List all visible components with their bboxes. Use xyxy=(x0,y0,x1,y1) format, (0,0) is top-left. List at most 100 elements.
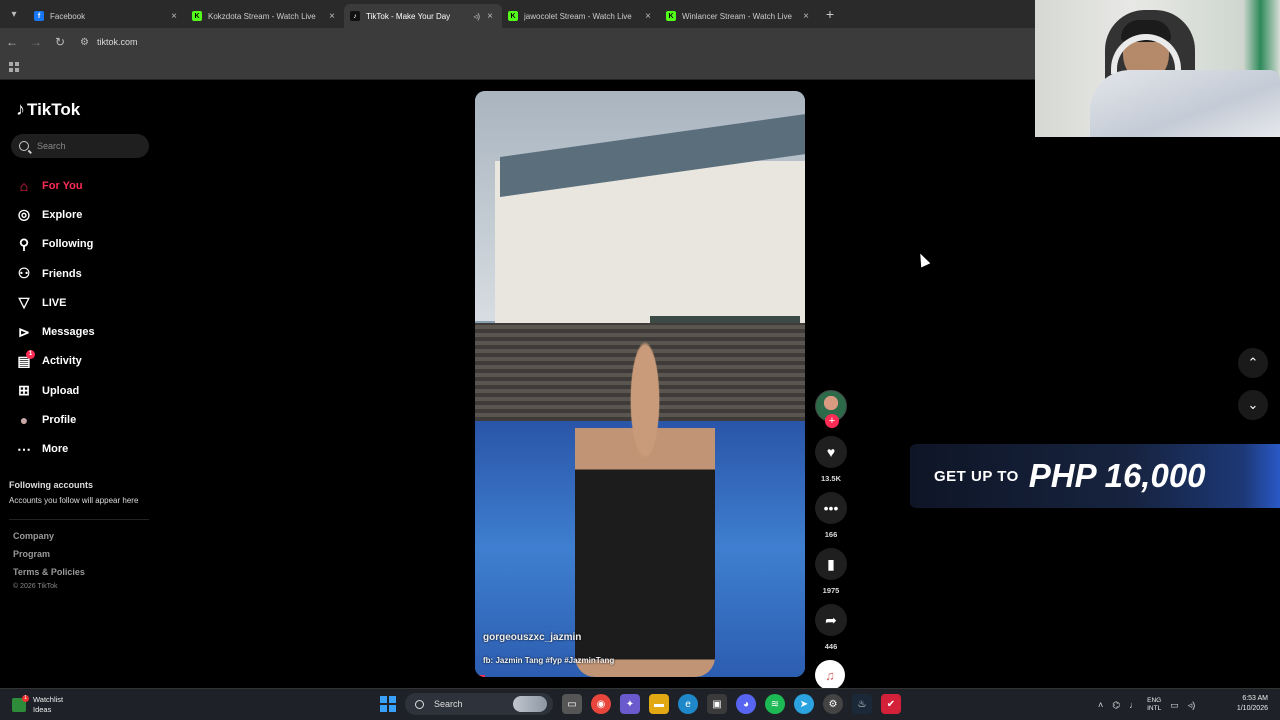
sidebar-item-label: More xyxy=(42,443,69,456)
discord-icon[interactable]: ◕ xyxy=(736,694,756,714)
microphone-icon[interactable]: ♩ xyxy=(1129,700,1138,710)
heart-icon[interactable]: ♥ xyxy=(815,436,847,468)
browser-tab[interactable]: Kjawocolet Stream - Watch Live × xyxy=(502,4,660,28)
sidebar-item-explore[interactable]: ◎ Explore xyxy=(15,200,95,229)
mouse-cursor xyxy=(915,251,931,268)
stock-chart-icon: 1 xyxy=(12,695,29,712)
lang-code: ENG xyxy=(1147,697,1162,704)
sidebar-divider xyxy=(9,519,149,520)
kick-icon: K xyxy=(192,11,202,21)
store-icon[interactable]: ▣ xyxy=(707,694,727,714)
video-username[interactable]: gorgeouszxc_jazmin xyxy=(483,632,581,643)
home-icon: ⌂ xyxy=(19,177,29,194)
search-input[interactable]: Search xyxy=(11,134,149,158)
next-video-button[interactable]: ⌄ xyxy=(1238,390,1268,420)
close-tab-icon[interactable]: × xyxy=(168,11,180,22)
search-highlight-image xyxy=(513,696,547,712)
task-view-icon[interactable]: ▭ xyxy=(562,694,582,714)
following-icon: ⚲ xyxy=(18,235,30,252)
file-explorer-icon[interactable]: ▬ xyxy=(649,694,669,714)
taskbar-clock[interactable]: 6:53 AM 1/10/2026 xyxy=(1228,694,1268,714)
brand-name: TikTok xyxy=(27,99,81,119)
share-icon[interactable]: ➦ xyxy=(815,604,847,636)
sidebar-item-friends[interactable]: ⚇ Friends xyxy=(15,259,95,288)
share-count: 446 xyxy=(824,642,838,651)
copilot-icon[interactable]: ✦ xyxy=(620,694,640,714)
more-icon: ⋯ xyxy=(17,440,31,457)
sidebar-item-more[interactable]: ⋯ More xyxy=(15,435,95,464)
footer-terms-link[interactable]: Terms & Policies xyxy=(13,567,85,577)
telegram-icon[interactable]: ➤ xyxy=(794,694,814,714)
sidebar-item-profile[interactable]: ● Profile xyxy=(15,405,95,434)
following-accounts-subtitle: Accounts you follow will appear here xyxy=(9,496,139,505)
bookmarks-bar xyxy=(0,56,1035,80)
tray-chevron-icon[interactable]: ˄ xyxy=(1098,700,1103,710)
windows-start-icon[interactable] xyxy=(380,696,396,712)
close-tab-icon[interactable]: × xyxy=(642,11,654,22)
settings-icon[interactable]: ⚙ xyxy=(823,694,843,714)
profile-avatar: ● xyxy=(19,412,29,429)
upload-icon: ⊞ xyxy=(18,382,30,399)
new-tab-button[interactable]: + xyxy=(818,6,842,22)
tab-title: Facebook xyxy=(50,11,86,21)
close-tab-icon[interactable]: × xyxy=(326,11,338,22)
video-progress-bar[interactable] xyxy=(475,675,485,677)
tab-search-button[interactable]: ▾ xyxy=(0,0,28,28)
display-icon[interactable]: ▭ xyxy=(1170,700,1179,711)
edge-icon[interactable]: e xyxy=(678,694,698,714)
red-app-icon[interactable]: ✔ xyxy=(881,694,901,714)
close-tab-icon[interactable]: × xyxy=(484,11,496,22)
sidebar-item-live[interactable]: ▽ LIVE xyxy=(15,288,95,317)
sidebar-item-activity[interactable]: ▤ 1 Activity xyxy=(15,347,95,376)
tab-audio-icon[interactable]: ◃) xyxy=(473,12,480,21)
tiktok-logo[interactable]: ♪ TikTok xyxy=(16,99,80,120)
address-bar[interactable]: ⚙ tiktok.com xyxy=(80,37,137,48)
tiktok-note-icon: ♪ xyxy=(16,99,25,119)
browser-tab[interactable]: K Kokzdota Stream - Watch Live × xyxy=(186,4,344,28)
clock-time: 6:53 AM xyxy=(1242,695,1268,702)
tab-title: jawocolet Stream - Watch Live xyxy=(524,11,632,21)
kick-icon: K xyxy=(666,11,676,21)
previous-video-button[interactable]: ⌃ xyxy=(1238,348,1268,378)
taskbar-search-icon xyxy=(415,699,424,709)
system-tray: ˄ ⌬ ♩ ENG INTL ▭ ◃) xyxy=(1098,697,1195,713)
comment-icon[interactable]: ••• xyxy=(815,492,847,524)
browser-tab[interactable]: f Facebook × xyxy=(28,4,186,28)
video-description: fb: Jazmin Tang #fyp #JazminTang xyxy=(483,656,615,665)
browser-tab[interactable]: K Winlancer Stream - Watch Live × xyxy=(660,4,818,28)
sidebar-item-following[interactable]: ⚲ Following xyxy=(15,230,95,259)
compass-icon: ◎ xyxy=(17,206,31,223)
language-indicator[interactable]: ENG INTL xyxy=(1147,697,1161,713)
music-disc-icon[interactable]: ♫ xyxy=(815,660,845,690)
taskbar-search[interactable]: Search xyxy=(405,693,553,715)
save-action: ▮ 1975 xyxy=(815,548,847,595)
bookmark-icon[interactable]: ▮ xyxy=(815,548,847,580)
like-action: ♥ 13.5K xyxy=(815,436,847,483)
sidebar-item-label: Friends xyxy=(42,267,82,280)
blanket xyxy=(1090,70,1280,137)
footer-company-link[interactable]: Company xyxy=(13,531,54,541)
video-player[interactable]: gorgeouszxc_jazmin fb: Jazmin Tang #fyp … xyxy=(475,91,805,677)
footer-program-link[interactable]: Program xyxy=(13,549,50,559)
spotify-icon[interactable]: ≋ xyxy=(765,694,785,714)
network-icon[interactable]: ⌬ xyxy=(1112,700,1120,711)
follow-plus-icon[interactable]: + xyxy=(825,414,839,428)
creator-avatar[interactable]: + xyxy=(815,390,847,428)
sidebar-item-label: Explore xyxy=(42,208,83,221)
widgets-button[interactable]: 1 Watchlist Ideas xyxy=(12,695,63,715)
sidebar-item-for-you[interactable]: ⌂ For You xyxy=(15,171,95,200)
forward-button[interactable]: → xyxy=(24,35,48,49)
volume-icon[interactable]: ◃) xyxy=(1188,700,1196,711)
browser-tab[interactable]: ♪ TikTok - Make Your Day ◃) × xyxy=(344,4,502,28)
comment-action: ••• 166 xyxy=(815,492,847,539)
sidebar-item-label: Following xyxy=(42,238,94,251)
chrome-icon[interactable]: ◉ xyxy=(591,694,611,714)
close-tab-icon[interactable]: × xyxy=(800,11,812,22)
apps-grid-icon[interactable] xyxy=(9,62,19,72)
reload-button[interactable]: ↻ xyxy=(48,35,72,49)
back-button[interactable]: ← xyxy=(0,35,24,49)
sidebar-item-upload[interactable]: ⊞ Upload xyxy=(15,376,95,405)
sidebar-item-messages[interactable]: ⊳ Messages xyxy=(15,317,94,346)
steam-icon[interactable]: ♨ xyxy=(852,694,872,714)
site-info-icon[interactable]: ⚙ xyxy=(80,37,89,48)
